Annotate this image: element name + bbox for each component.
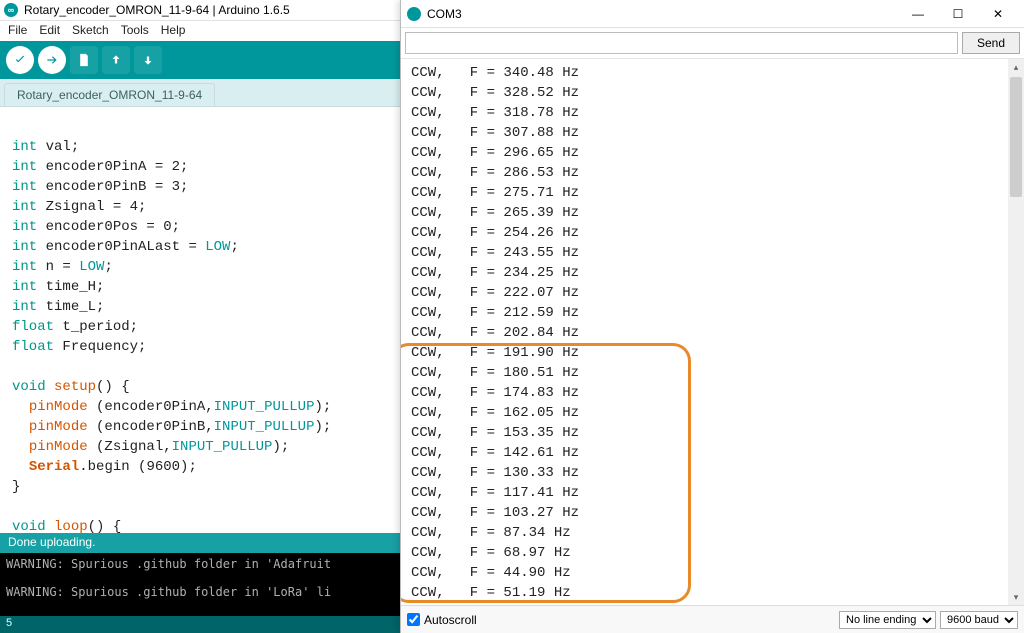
code-token: encoder0PinA = 2; (37, 159, 188, 175)
code-token: encoder0Pos = 0; (37, 219, 180, 235)
code-token: int (12, 159, 37, 175)
scroll-thumb[interactable] (1010, 77, 1022, 197)
serial-input-row: Send (401, 28, 1024, 59)
code-token: (Zsignal, (88, 439, 172, 455)
code-token: pinMode (29, 419, 88, 435)
ide-title: Rotary_encoder_OMRON_11-9-64 | Arduino 1… (24, 3, 290, 17)
code-token (12, 399, 29, 415)
close-button[interactable]: ✕ (978, 2, 1018, 26)
code-token: loop (54, 519, 88, 533)
code-token: } (12, 479, 20, 495)
arrow-up-icon (109, 53, 123, 67)
baud-select[interactable]: 9600 baud (940, 611, 1018, 629)
code-token: int (12, 219, 37, 235)
code-token: pinMode (29, 399, 88, 415)
code-token: () { (96, 379, 130, 395)
code-token: INPUT_PULLUP (214, 419, 315, 435)
serial-monitor-window: COM3 — ☐ ✕ Send CCW, F = 340.48 Hz CCW, … (400, 0, 1024, 633)
verify-button[interactable] (6, 46, 34, 74)
new-button[interactable] (70, 46, 98, 74)
code-token: void (12, 519, 46, 533)
code-token (12, 419, 29, 435)
code-token (46, 379, 54, 395)
open-button[interactable] (102, 46, 130, 74)
code-token: INPUT_PULLUP (172, 439, 273, 455)
code-token: int (12, 299, 37, 315)
code-token: n = (37, 259, 79, 275)
serial-lines: CCW, F = 340.48 Hz CCW, F = 328.52 Hz CC… (411, 63, 579, 603)
upload-button[interactable] (38, 46, 66, 74)
code-token: pinMode (29, 439, 88, 455)
file-icon (77, 53, 91, 67)
maximize-button[interactable]: ☐ (938, 2, 978, 26)
code-token: time_L; (37, 299, 104, 315)
autoscroll-checkbox[interactable] (407, 613, 420, 626)
sketch-tab[interactable]: Rotary_encoder_OMRON_11-9-64 (4, 83, 215, 106)
code-token: float (12, 319, 54, 335)
window-controls: — ☐ ✕ (898, 2, 1018, 26)
menu-file[interactable]: File (8, 23, 27, 38)
code-token: () { (88, 519, 122, 533)
serial-output: CCW, F = 340.48 Hz CCW, F = 328.52 Hz CC… (401, 59, 1024, 605)
scroll-down-button[interactable]: ▾ (1008, 589, 1024, 605)
code-token: (encoder0PinB, (88, 419, 214, 435)
code-token: ); (314, 399, 331, 415)
save-button[interactable] (134, 46, 162, 74)
vertical-scrollbar[interactable]: ▴ ▾ (1008, 59, 1024, 605)
serial-footer: Autoscroll No line ending 9600 baud (401, 605, 1024, 633)
code-token: int (12, 279, 37, 295)
code-token: t_period; (54, 319, 138, 335)
code-token: encoder0PinB = 3; (37, 179, 188, 195)
code-token: int (12, 239, 37, 255)
code-token: INPUT_PULLUP (214, 399, 315, 415)
code-token: int (12, 199, 37, 215)
menu-edit[interactable]: Edit (39, 23, 60, 38)
code-token: int (12, 139, 37, 155)
menu-help[interactable]: Help (161, 23, 186, 38)
code-token: Frequency; (54, 339, 146, 355)
scroll-up-button[interactable]: ▴ (1008, 59, 1024, 75)
code-token: int (12, 179, 37, 195)
serial-input[interactable] (405, 32, 958, 54)
code-token: LOW (205, 239, 230, 255)
arrow-right-icon (45, 53, 59, 67)
minimize-button[interactable]: — (898, 2, 938, 26)
code-token: val; (37, 139, 79, 155)
code-token: .begin (9600); (79, 459, 197, 475)
serial-titlebar[interactable]: COM3 — ☐ ✕ (401, 0, 1024, 28)
arduino-logo-icon (407, 7, 421, 21)
menu-sketch[interactable]: Sketch (72, 23, 109, 38)
arrow-down-icon (141, 53, 155, 67)
menu-tools[interactable]: Tools (121, 23, 149, 38)
code-token: float (12, 339, 54, 355)
code-token: void (12, 379, 46, 395)
code-token: encoder0PinALast = (37, 239, 205, 255)
code-token: Serial (29, 459, 79, 475)
code-token: (encoder0PinA, (88, 399, 214, 415)
check-icon (13, 53, 27, 67)
code-token: ); (272, 439, 289, 455)
serial-title: COM3 (427, 7, 462, 21)
code-token: ); (314, 419, 331, 435)
code-token (12, 459, 29, 475)
send-button[interactable]: Send (962, 32, 1020, 54)
code-token: int (12, 259, 37, 275)
arduino-logo-icon: ∞ (4, 3, 18, 17)
code-token (46, 519, 54, 533)
code-token: ; (104, 259, 112, 275)
line-ending-select[interactable]: No line ending (839, 611, 936, 629)
code-token (12, 439, 29, 455)
code-token: time_H; (37, 279, 104, 295)
autoscroll-label: Autoscroll (424, 613, 477, 627)
code-token: ; (230, 239, 238, 255)
code-token: setup (54, 379, 96, 395)
code-token: Zsignal = 4; (37, 199, 146, 215)
code-token: LOW (79, 259, 104, 275)
